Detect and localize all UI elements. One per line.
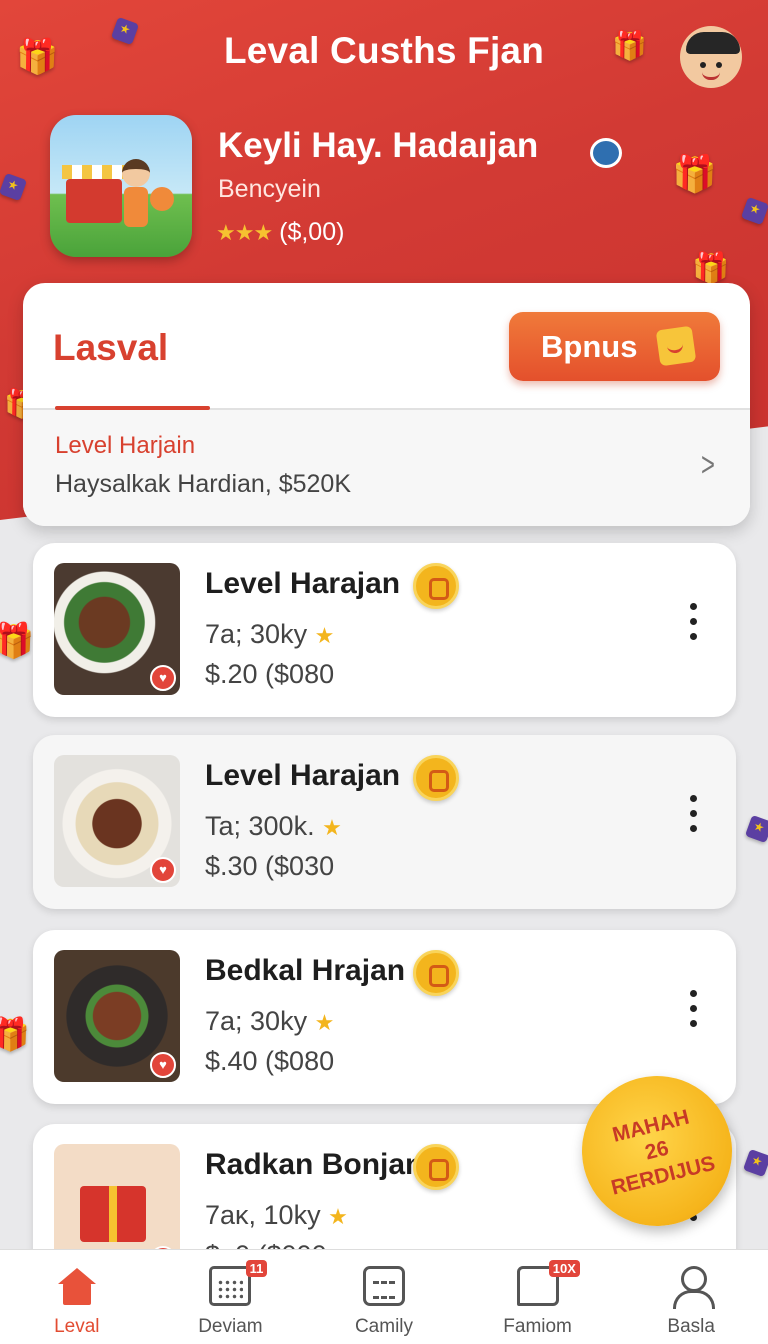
level-summary-row[interactable]: Level Harjain Haysalkak Hardian, $520K > [23,410,750,526]
coin-badge-icon [413,755,459,801]
bonus-button[interactable]: Bpnus [509,312,720,381]
kid-body-illustration [124,187,148,227]
gift-icon: 🎁 [692,252,730,285]
item-title: Bedkal Hrajan [205,954,406,987]
tab-label: Famiom [503,1316,572,1337]
item-meta-text: 7aκ, 10ky [205,1200,321,1230]
home-icon [56,1266,98,1306]
list-item[interactable]: ♥ Level Harajan 7a; 30ky ★ $.20 ($080 [33,543,736,717]
coin-badge-icon [413,563,459,609]
item-meta: 7aκ, 10ky ★ [205,1200,348,1231]
star-icon: ★ [322,815,342,840]
heart-icon[interactable]: ♥ [150,665,176,691]
item-thumbnail: ♥ [54,755,180,887]
item-thumbnail: ♥ [54,950,180,1082]
more-options-icon[interactable] [688,603,698,647]
item-price: $.40 ($080 [205,1046,335,1076]
page-title: Leval Cusths Fjan [223,30,545,71]
gift-icon: 🎁 [672,153,717,194]
item-meta: 7a; 30ky ★ [205,1006,334,1037]
list-item[interactable]: ♥ Bedkal Hrajan 7a; 30ky ★ $.40 ($080 [33,930,736,1104]
item-price: $.20 ($080 [205,659,335,689]
tab-camily[interactable]: Camily [307,1250,461,1344]
chevron-right-icon: > [701,446,716,484]
app-rating: ★★★ ($,00) [216,218,344,247]
eye-shape [716,62,722,68]
user-icon [670,1266,716,1309]
tab-label: Camily [354,1316,414,1337]
level-summary-subtitle: Haysalkak Hardian, $520K [55,470,351,498]
app-icon [50,115,192,257]
rating-text: ($,00) [279,218,345,246]
star-icon: ★ [328,1204,348,1229]
level-summary-title: Level Harjain [55,432,196,459]
rating-stars: ★★★ [216,220,273,245]
shopping-bag-icon [655,325,697,367]
item-title: Level Harajan [205,759,401,792]
fox-illustration [150,187,174,211]
item-meta-text: 7a; 30ky [205,1006,308,1036]
eye-shape [700,62,706,68]
heart-icon[interactable]: ♥ [150,1052,176,1078]
tab-label: Deviam [198,1316,263,1337]
star-icon: ★ [314,1010,335,1035]
notification-badge: 10X [548,1260,580,1277]
item-title: Level Harajan [205,567,401,600]
app-name: Keyli Hay. Hadaıjan [218,126,539,165]
level-panel: Lasval Bpnus Level Harjain Haysalkak Har… [23,283,750,526]
item-price: $.30 ($030 [205,851,335,881]
tab-label: Basla [667,1316,715,1337]
item-meta-text: Ta; 300k. [205,811,315,841]
tab-level[interactable]: Lasval [53,327,168,369]
gift-icon: 🎁 [0,1016,30,1052]
item-meta: 7a; 30ky ★ [205,619,334,650]
list-item[interactable]: ♥ Level Harajan Ta; 300k. ★ $.30 ($030 [33,735,736,909]
star-icon: ★ [314,623,335,648]
coin-badge-icon [413,1144,459,1190]
item-meta: Ta; 300k. ★ [205,811,342,842]
tab-label: Leval [54,1316,100,1337]
tab-basla[interactable]: Basla [614,1250,768,1344]
profile-avatar[interactable] [680,26,742,88]
item-thumbnail: ♥ [54,563,180,695]
app-subtitle: Bencyein [218,175,321,203]
more-options-icon[interactable] [688,990,698,1034]
tab-leval[interactable]: Leval [0,1250,154,1344]
booth-illustration [62,165,126,223]
notification-badge: 11 [245,1260,268,1277]
tab-deviam[interactable]: 11 Deviam [154,1250,308,1344]
more-options-icon[interactable] [688,795,698,839]
tab-famiom[interactable]: 10X Famiom [461,1250,615,1344]
location-pin-icon [590,138,622,168]
item-title: Radkan Bonjan [205,1148,424,1181]
bottom-tab-bar: Leval 11 Deviam Camily 10X Famiom Basla [0,1249,768,1344]
bonus-label: Bpnus [541,328,638,364]
smile-shape [702,72,720,80]
coin-badge-icon [413,950,459,996]
kid-illustration [122,159,150,187]
cap-shape [686,32,740,54]
star-cube-icon [744,814,768,844]
item-meta-text: 7a; 30ky [205,619,308,649]
gift-icon: 🎁 [0,622,35,660]
family-icon [362,1266,405,1306]
heart-icon[interactable]: ♥ [150,857,176,883]
star-cube-icon [742,1148,768,1178]
